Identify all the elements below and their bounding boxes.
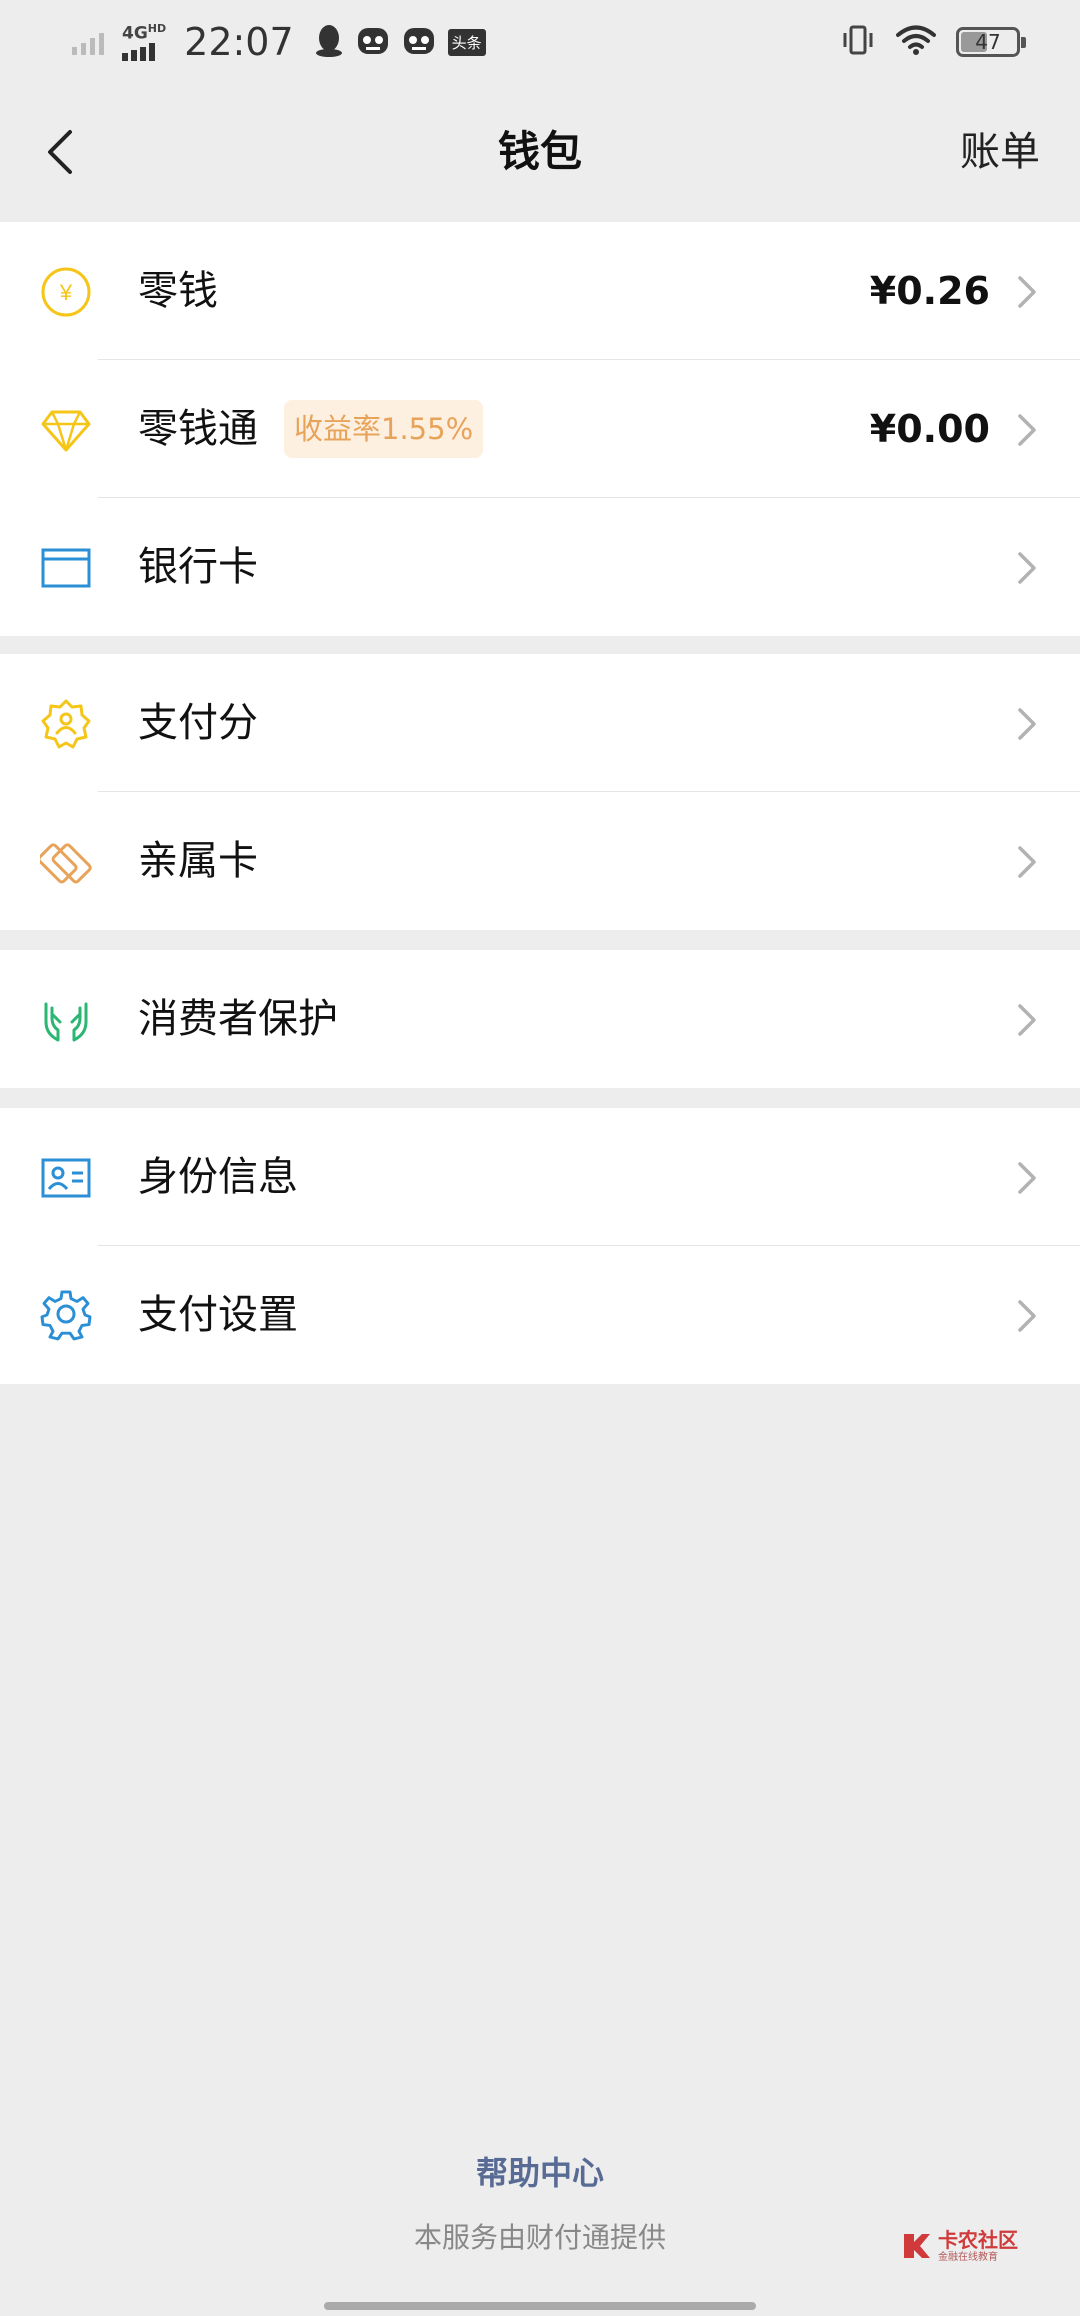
wallet-group-credit: 支付分 亲属卡 — [0, 654, 1080, 930]
chevron-right-icon — [1018, 1300, 1036, 1332]
chevron-right-icon — [1018, 846, 1036, 878]
row-label: 消费者保护 — [138, 996, 338, 1042]
network-4g-indicator: 4GHD — [122, 23, 166, 61]
diamond-icon — [40, 404, 92, 456]
gear-icon — [40, 1290, 92, 1342]
wallet-group-balance: ¥ 零钱 ¥0.26 零钱通 收益率1.55% ¥0.00 银行卡 — [0, 222, 1080, 636]
chevron-right-icon — [1018, 708, 1036, 740]
row-label: 支付分 — [138, 700, 258, 746]
chevron-right-icon — [1018, 276, 1036, 308]
chevron-right-icon — [1018, 552, 1036, 584]
row-lingqiantong[interactable]: 零钱通 收益率1.55% ¥0.00 — [0, 360, 1080, 498]
signal-sim1-icon — [72, 25, 110, 59]
row-payment-settings[interactable]: 支付设置 — [0, 1246, 1080, 1384]
status-time: 22:07 — [184, 20, 294, 64]
wallet-group-protection: 消费者保护 — [0, 950, 1080, 1088]
app-face-icon-1 — [356, 25, 390, 59]
battery-indicator: 47 — [956, 27, 1026, 57]
row-balance[interactable]: ¥ 零钱 ¥0.26 — [0, 222, 1080, 360]
row-label: 身份信息 — [138, 1154, 298, 1200]
row-consumer-protection[interactable]: 消费者保护 — [0, 950, 1080, 1088]
wifi-icon — [896, 24, 936, 60]
row-family-card[interactable]: 亲属卡 — [0, 792, 1080, 930]
watermark-subtext: 金融在线教育 — [938, 2251, 998, 2263]
qq-penguin-icon — [314, 23, 344, 61]
lingqiantong-amount: ¥0.00 — [869, 407, 990, 451]
home-indicator[interactable] — [324, 2302, 756, 2310]
yield-rate-badge: 收益率1.55% — [284, 400, 484, 458]
row-label: 支付设置 — [138, 1292, 298, 1338]
chevron-right-icon — [1018, 414, 1036, 446]
watermark-logo: 卡农社区 金融在线教育 — [900, 2226, 1020, 2266]
nav-bar: 钱包 账单 — [0, 84, 1080, 220]
app-face-icon-2 — [402, 25, 436, 59]
chevron-right-icon — [1018, 1004, 1036, 1036]
bill-button[interactable]: 账单 — [960, 84, 1040, 220]
help-center-link[interactable]: 帮助中心 — [0, 2148, 1080, 2194]
status-bar: 4GHD 22:07 头条 47 — [0, 0, 1080, 84]
protect-hands-icon — [40, 994, 92, 1046]
row-label: 亲属卡 — [138, 838, 258, 884]
watermark-text: 卡农社区 — [938, 2227, 1018, 2252]
row-label: 银行卡 — [138, 544, 258, 590]
row-label: 零钱通 — [138, 406, 258, 452]
wallet-group-settings: 身份信息 支付设置 — [0, 1108, 1080, 1384]
row-label: 零钱 — [138, 268, 218, 314]
balance-amount: ¥0.26 — [869, 269, 990, 313]
page-title: 钱包 — [497, 127, 582, 176]
row-identity-info[interactable]: 身份信息 — [0, 1108, 1080, 1246]
id-card-icon — [40, 1152, 92, 1204]
yuan-coin-icon: ¥ — [40, 266, 92, 318]
vibrate-icon — [840, 24, 876, 60]
family-card-icon — [40, 836, 92, 888]
chevron-right-icon — [1018, 1162, 1036, 1194]
svg-text:¥: ¥ — [59, 280, 73, 305]
toutiao-app-icon: 头条 — [447, 28, 486, 56]
row-pay-score[interactable]: 支付分 — [0, 654, 1080, 792]
pay-score-badge-icon — [40, 698, 92, 750]
watermark-k-icon — [904, 2234, 930, 2258]
row-bank-card[interactable]: 银行卡 — [0, 498, 1080, 636]
bank-card-icon — [40, 542, 92, 594]
